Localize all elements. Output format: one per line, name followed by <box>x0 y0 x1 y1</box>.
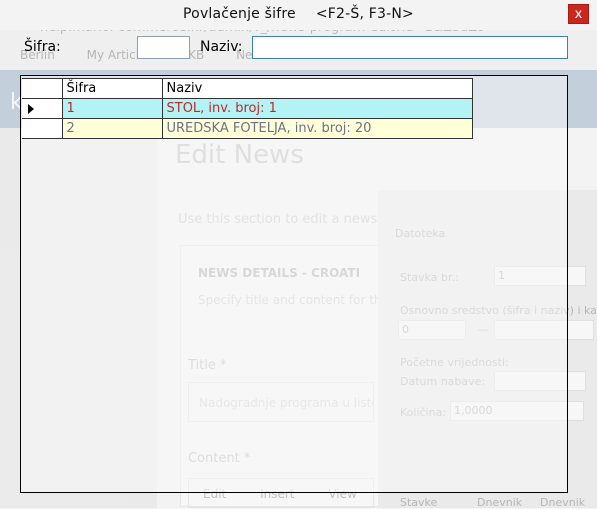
close-icon: x <box>574 7 583 22</box>
dialog-title-text: Povlačenje šifre <box>183 6 296 22</box>
close-button[interactable]: x <box>568 4 589 24</box>
results-grid: Šifra Naziv 1 STOL, inv. broj: 1 2 UREDS… <box>20 75 568 493</box>
bottom-tab: Stavke <box>400 496 438 509</box>
dialog-shortcuts: <F2-Š, F3-N> <box>315 6 414 22</box>
current-row-arrow-icon <box>28 104 34 114</box>
column-header-naziv[interactable]: Naziv <box>161 78 473 99</box>
row-header-corner <box>22 78 63 99</box>
cell-sifra[interactable]: 2 <box>61 118 163 139</box>
naziv-label: Naziv: <box>200 39 243 55</box>
cell-sifra[interactable]: 1 <box>61 98 163 119</box>
sifra-input[interactable] <box>137 36 190 59</box>
bottom-tab: Dnevnik <box>477 496 523 509</box>
dialog-title: Povlačenje šifre <F2-Š, F3-N> <box>0 6 597 22</box>
table-row[interactable]: 2 UREDSKA FOTELJA, inv. broj: 20 <box>22 118 473 139</box>
naziv-input[interactable] <box>252 36 568 59</box>
column-header-sifra[interactable]: Šifra <box>61 78 163 99</box>
sifra-label: Šifra: <box>24 39 61 55</box>
row-selector[interactable] <box>22 98 63 119</box>
cell-naziv[interactable]: UREDSKA FOTELJA, inv. broj: 20 <box>161 118 473 139</box>
table-row[interactable]: 1 STOL, inv. broj: 1 <box>22 98 473 119</box>
cell-naziv[interactable]: STOL, inv. broj: 1 <box>161 98 473 119</box>
bottom-tab: Dnevnik <box>540 496 586 509</box>
grid-header-row: Šifra Naziv <box>22 78 473 99</box>
row-selector[interactable] <box>22 118 63 139</box>
results-table: Šifra Naziv 1 STOL, inv. broj: 1 2 UREDS… <box>22 78 473 139</box>
